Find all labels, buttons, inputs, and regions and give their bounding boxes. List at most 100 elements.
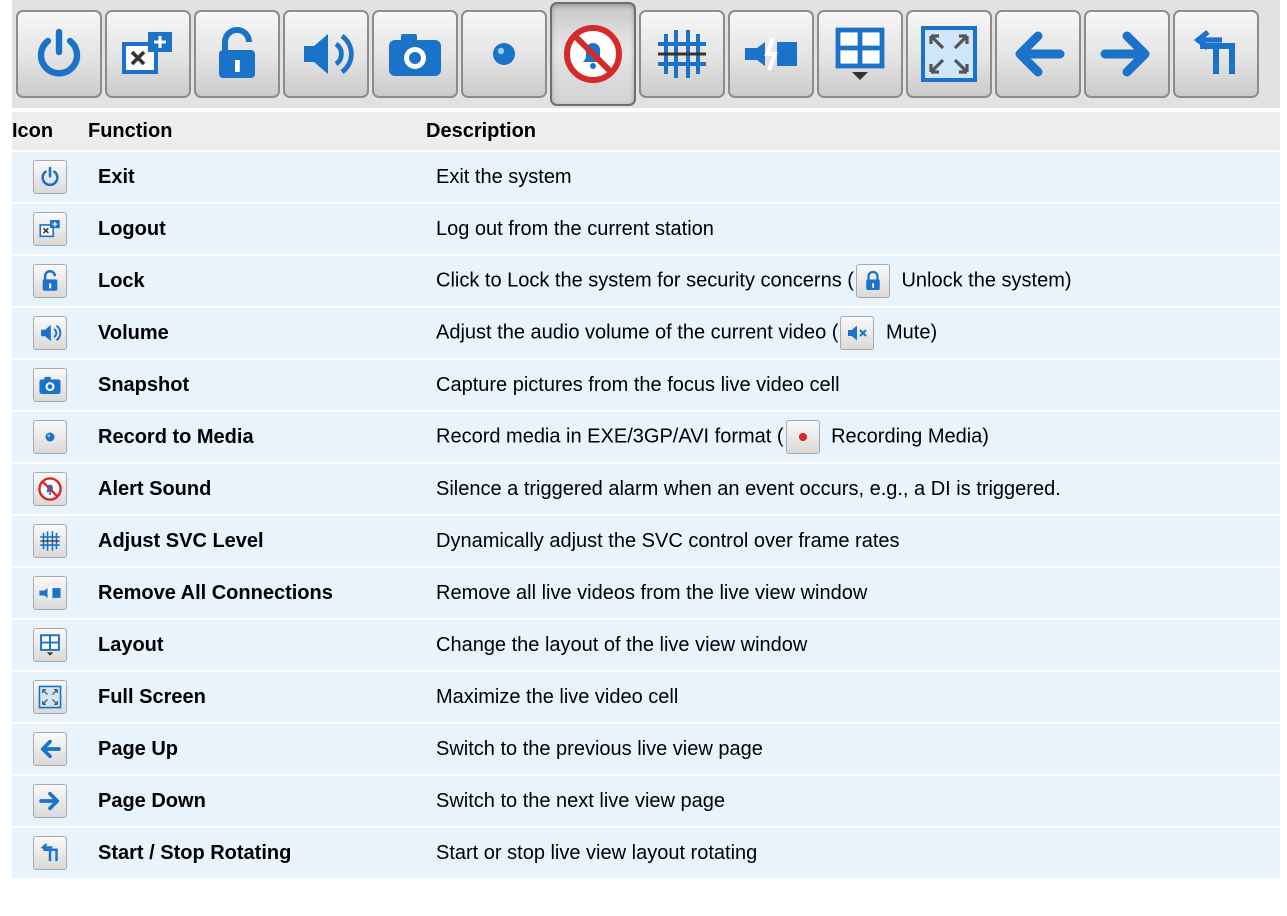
row-icon-cell bbox=[12, 670, 88, 723]
toolbar-button-layout-grid[interactable] bbox=[817, 10, 903, 98]
full-screen-icon bbox=[33, 680, 67, 714]
toolbar-button-logout[interactable] bbox=[105, 10, 191, 98]
row-description: Exit the system bbox=[426, 150, 1280, 203]
row-description: Capture pictures from the focus live vid… bbox=[426, 358, 1280, 411]
row-description-text: Log out from the current station bbox=[436, 217, 714, 240]
alert-sound-off-icon bbox=[33, 472, 67, 506]
row-icon-cell bbox=[12, 150, 88, 203]
row-description-text-after: Recording Media) bbox=[825, 425, 989, 448]
lock-closed-icon bbox=[855, 264, 890, 298]
row-description: Change the layout of the live view windo… bbox=[426, 618, 1280, 671]
row-function: Page Down bbox=[88, 774, 426, 827]
toolbar-button-alert-sound-off[interactable] bbox=[550, 2, 636, 106]
row-function: Alert Sound bbox=[88, 462, 426, 515]
table-row: Adjust SVC Level Dynamically adjust the S… bbox=[12, 514, 1280, 567]
row-function: Snapshot bbox=[88, 358, 426, 411]
record-dot-icon bbox=[33, 420, 67, 454]
toolbar-button-arrow-left[interactable] bbox=[995, 10, 1081, 98]
row-icon-cell bbox=[12, 410, 88, 463]
row-function: Page Up bbox=[88, 722, 426, 775]
toolbar-button-lock-open[interactable] bbox=[194, 10, 280, 98]
row-icon-cell bbox=[12, 514, 88, 567]
rotate-icon bbox=[1184, 22, 1248, 86]
row-description: Start or stop live view layout rotating bbox=[426, 826, 1280, 878]
row-function: Record to Media bbox=[88, 410, 426, 463]
row-description-text: Maximize the live video cell bbox=[436, 685, 679, 708]
row-function: Layout bbox=[88, 618, 426, 671]
svc-level-icon bbox=[650, 22, 714, 86]
row-icon-cell bbox=[12, 254, 88, 307]
camera-icon bbox=[383, 22, 447, 86]
lock-open-icon bbox=[33, 264, 67, 298]
row-description-text: Switch to the previous live view page bbox=[436, 737, 763, 760]
toolbar-button-record-dot[interactable] bbox=[461, 10, 547, 98]
arrow-left-icon bbox=[33, 732, 67, 766]
row-description-text: Remove all live videos from the live vie… bbox=[436, 581, 868, 604]
arrow-right-icon bbox=[33, 784, 67, 818]
row-description: Maximize the live video cell bbox=[426, 670, 1280, 723]
disconnect-icon bbox=[739, 22, 803, 86]
toolbar-button-speaker[interactable] bbox=[283, 10, 369, 98]
row-function: Volume bbox=[88, 306, 426, 359]
table-row: Alert Sound Silence a triggered alarm whe… bbox=[12, 462, 1280, 515]
alert-sound-off-icon bbox=[561, 22, 625, 86]
disconnect-icon bbox=[33, 576, 67, 610]
power-icon bbox=[33, 160, 67, 194]
toolbar-button-arrow-right[interactable] bbox=[1084, 10, 1170, 98]
row-description-text-after: Mute) bbox=[880, 321, 938, 344]
lock-open-icon bbox=[205, 22, 269, 86]
toolbar-button-power[interactable] bbox=[16, 10, 102, 98]
row-icon-cell bbox=[12, 358, 88, 411]
layout-grid-icon bbox=[33, 628, 67, 662]
row-icon-cell bbox=[12, 566, 88, 619]
row-icon-cell bbox=[12, 306, 88, 359]
table-row: Lock Click to Lock the system for securit… bbox=[12, 254, 1280, 307]
function-table: Icon Function Description Exit Exit the s… bbox=[12, 112, 1280, 878]
arrow-left-icon bbox=[1006, 22, 1070, 86]
table-row: Record to Media Record media in EXE/3GP/A… bbox=[12, 410, 1280, 463]
row-description-text: Silence a triggered alarm when an event … bbox=[436, 477, 1061, 500]
row-icon-cell bbox=[12, 826, 88, 878]
row-function: Exit bbox=[88, 150, 426, 203]
row-description: Click to Lock the system for security co… bbox=[426, 254, 1280, 307]
row-function: Remove All Connections bbox=[88, 566, 426, 619]
svc-level-icon bbox=[33, 524, 67, 558]
layout-grid-icon bbox=[828, 22, 892, 86]
header-description: Description bbox=[426, 112, 1280, 151]
record-dot-icon bbox=[472, 22, 536, 86]
row-function: Lock bbox=[88, 254, 426, 307]
speaker-icon bbox=[33, 316, 67, 350]
logout-icon bbox=[116, 22, 180, 86]
row-description: Switch to the previous live view page bbox=[426, 722, 1280, 775]
toolbar-button-camera[interactable] bbox=[372, 10, 458, 98]
toolbar-button-rotate[interactable] bbox=[1173, 10, 1259, 98]
row-description-text: Record media in EXE/3GP/AVI format ( bbox=[436, 425, 784, 448]
header-function: Function bbox=[88, 112, 426, 151]
mute-icon bbox=[840, 316, 875, 350]
table-row: Layout Change the layout of the live view… bbox=[12, 618, 1280, 671]
toolbar-button-svc-level[interactable] bbox=[639, 10, 725, 98]
speaker-icon bbox=[294, 22, 358, 86]
row-description: Remove all live videos from the live vie… bbox=[426, 566, 1280, 619]
toolbar-button-disconnect[interactable] bbox=[728, 10, 814, 98]
table-row: Exit Exit the system bbox=[12, 150, 1280, 203]
row-description: Dynamically adjust the SVC control over … bbox=[426, 514, 1280, 567]
row-function: Adjust SVC Level bbox=[88, 514, 426, 567]
table-row: Remove All Connections Remove all live vi… bbox=[12, 566, 1280, 619]
table-row: Snapshot Capture pictures from the focus … bbox=[12, 358, 1280, 411]
row-description-text: Start or stop live view layout rotating bbox=[436, 841, 758, 864]
row-function: Logout bbox=[88, 202, 426, 255]
full-screen-icon bbox=[917, 22, 981, 86]
row-icon-cell bbox=[12, 774, 88, 827]
rotate-icon bbox=[33, 836, 67, 870]
header-icon: Icon bbox=[12, 112, 88, 151]
row-icon-cell bbox=[12, 202, 88, 255]
table-row: Volume Adjust the audio volume of the cur… bbox=[12, 306, 1280, 359]
arrow-right-icon bbox=[1095, 22, 1159, 86]
toolbar-button-full-screen[interactable] bbox=[906, 10, 992, 98]
camera-icon bbox=[33, 368, 67, 402]
table-row: Full Screen Maximize the live video cell bbox=[12, 670, 1280, 723]
table-row: Start / Stop Rotating Start or stop live … bbox=[12, 826, 1280, 878]
row-description-text: Change the layout of the live view windo… bbox=[436, 633, 808, 656]
row-description-text: Adjust the audio volume of the current v… bbox=[436, 321, 839, 344]
